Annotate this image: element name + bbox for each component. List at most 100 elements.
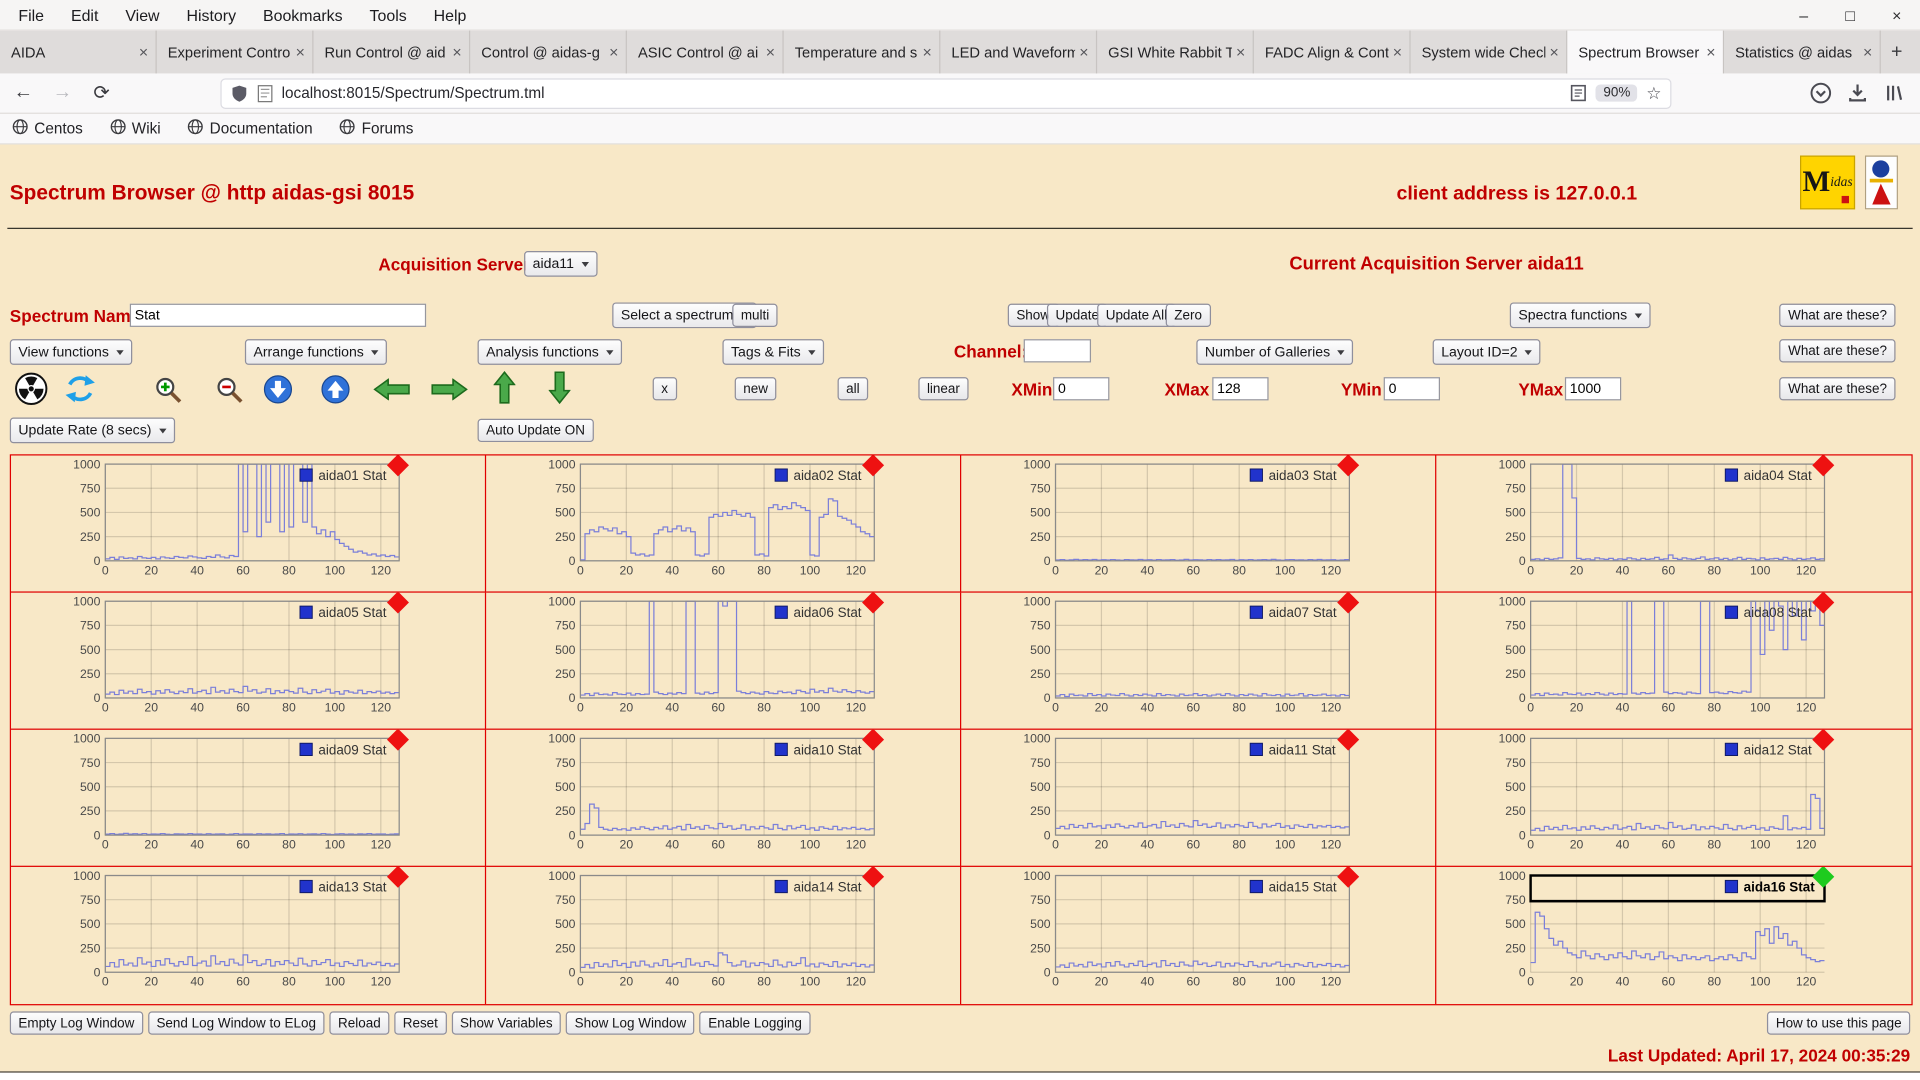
zoom-level[interactable]: 90% <box>1596 84 1638 102</box>
what-are-these-button-1[interactable]: What are these? <box>1779 303 1896 327</box>
close-button[interactable]: × <box>1888 6 1905 24</box>
chart-aida12-stat[interactable]: 0 20 40 60 80 100 120 0 250 500 750 1000 aida12 Stat <box>1436 729 1912 867</box>
what-are-these-button-3[interactable]: What are these? <box>1779 377 1896 401</box>
chart-aida13-stat[interactable]: 0 20 40 60 80 100 120 0 250 500 750 1000 aida13 Stat <box>11 866 487 1005</box>
xmax-input[interactable] <box>1212 377 1269 401</box>
ymax-input[interactable] <box>1564 377 1622 401</box>
chart-aida03-stat[interactable]: 0 20 40 60 80 100 120 0 250 500 750 1000 aida03 Stat <box>961 455 1437 593</box>
how-to-use-button[interactable]: How to use this page <box>1767 1011 1911 1035</box>
chart-aida11-stat[interactable]: 0 20 40 60 80 100 120 0 250 500 750 1000 aida11 Stat <box>961 729 1437 867</box>
tab-close-icon[interactable]: × <box>1079 43 1088 61</box>
bookmark-star-icon[interactable]: ☆ <box>1646 83 1661 104</box>
new-button[interactable]: new <box>734 377 777 401</box>
tab-statistics-aidas[interactable]: Statistics @ aidas × <box>1724 30 1881 74</box>
arrange-functions-select[interactable]: Arrange functions <box>244 339 388 365</box>
chart-aida14-stat[interactable]: 0 20 40 60 80 100 120 0 250 500 750 1000 aida14 Stat <box>486 866 962 1005</box>
update-all-button[interactable]: Update All <box>1097 303 1176 327</box>
zoom-out-icon[interactable] <box>214 375 245 406</box>
reload-button[interactable]: ⟳ <box>86 81 118 105</box>
auto-update-button[interactable]: Auto Update ON <box>477 418 594 443</box>
number-of-galleries-select[interactable]: Number of Galleries <box>1196 339 1354 365</box>
save-to-pocket-icon[interactable] <box>1810 82 1832 104</box>
tab-close-icon[interactable]: × <box>452 43 461 61</box>
spectrum-name-input[interactable] <box>129 303 427 327</box>
tab-close-icon[interactable]: × <box>609 43 618 61</box>
tab-fadc-align-cont[interactable]: FADC Align & Cont × <box>1254 30 1411 74</box>
url-bar[interactable]: localhost:8015/Spectrum/Spectrum.tml 90%… <box>220 77 1672 109</box>
refresh-icon[interactable] <box>64 372 97 405</box>
arrow-right-icon[interactable] <box>431 378 468 401</box>
acquisition-server-select[interactable]: aida11 <box>524 251 598 277</box>
arrow-up-icon[interactable] <box>493 370 516 404</box>
channel-input[interactable] <box>1023 339 1092 363</box>
tab-close-icon[interactable]: × <box>766 43 775 61</box>
tab-close-icon[interactable]: × <box>1393 43 1402 61</box>
arrow-left-icon[interactable] <box>373 378 410 401</box>
tab-close-icon[interactable]: × <box>1549 43 1558 61</box>
multi-button[interactable]: multi <box>732 303 778 327</box>
new-tab-button[interactable]: + <box>1881 31 1913 74</box>
tab-close-icon[interactable]: × <box>1236 43 1245 61</box>
button-empty-log-window[interactable]: Empty Log Window <box>9 1011 143 1035</box>
button-send-log-window-to-elog[interactable]: Send Log Window to ELog <box>147 1011 325 1035</box>
maximize-button[interactable]: □ <box>1842 6 1859 24</box>
chart-aida02-stat[interactable]: 0 20 40 60 80 100 120 0 250 500 750 1000 aida02 Stat <box>486 455 962 593</box>
menu-edit[interactable]: Edit <box>57 2 111 28</box>
tab-led-and-waveform[interactable]: LED and Waveform × <box>940 30 1098 74</box>
library-icon[interactable] <box>1883 82 1905 104</box>
minimize-button[interactable]: – <box>1795 6 1812 24</box>
zoom-in-icon[interactable] <box>153 375 184 406</box>
tab-run-control-aid[interactable]: Run Control @ aid × <box>313 30 471 74</box>
arrow-down-icon[interactable] <box>548 371 572 405</box>
chart-aida04-stat[interactable]: 0 20 40 60 80 100 120 0 250 500 750 1000 aida04 Stat <box>1436 455 1912 593</box>
radiation-icon[interactable] <box>15 372 48 405</box>
spectra-functions-select[interactable]: Spectra functions <box>1509 302 1651 329</box>
chart-aida16-stat[interactable]: 0 20 40 60 80 100 120 0 250 500 750 1000 aida16 Stat <box>1436 866 1911 1004</box>
tab-close-icon[interactable]: × <box>1706 43 1715 61</box>
bookmark-documentation[interactable]: Documentation <box>188 119 313 139</box>
tab-experiment-contro[interactable]: Experiment Contro × <box>157 30 314 74</box>
site-info-icon[interactable] <box>257 84 273 102</box>
tab-close-icon[interactable]: × <box>139 43 148 61</box>
tab-close-icon[interactable]: × <box>1863 43 1872 61</box>
ymin-input[interactable] <box>1383 377 1440 401</box>
tab-control-aidas-g[interactable]: Control @ aidas-g × <box>470 30 627 74</box>
button-show-variables[interactable]: Show Variables <box>451 1011 562 1035</box>
bookmark-centos[interactable]: Centos <box>12 119 83 139</box>
chart-aida06-stat[interactable]: 0 20 40 60 80 100 120 0 250 500 750 1000 aida06 Stat <box>486 592 962 730</box>
chart-aida05-stat[interactable]: 0 20 40 60 80 100 120 0 250 500 750 1000 aida05 Stat <box>11 592 487 730</box>
chart-aida01-stat[interactable]: 0 20 40 60 80 100 120 0 250 500 750 1000 aida01 Stat <box>11 455 487 593</box>
button-enable-logging[interactable]: Enable Logging <box>699 1011 811 1035</box>
layout-id-select[interactable]: Layout ID=2 <box>1432 339 1541 365</box>
chart-aida09-stat[interactable]: 0 20 40 60 80 100 120 0 250 500 750 1000 aida09 Stat <box>11 729 487 867</box>
menu-bookmarks[interactable]: Bookmarks <box>250 2 357 28</box>
reader-mode-icon[interactable] <box>1570 84 1587 102</box>
xmin-input[interactable] <box>1053 377 1110 401</box>
button-reset[interactable]: Reset <box>394 1011 447 1035</box>
scroll-up-icon[interactable] <box>321 375 350 404</box>
zero-button[interactable]: Zero <box>1165 303 1211 327</box>
tab-system-wide-check[interactable]: System wide Check × <box>1411 30 1568 74</box>
menu-tools[interactable]: Tools <box>356 2 420 28</box>
tab-aida[interactable]: AIDA × <box>0 30 157 74</box>
what-are-these-button-2[interactable]: What are these? <box>1779 339 1896 363</box>
bookmark-wiki[interactable]: Wiki <box>110 119 161 139</box>
tab-close-icon[interactable]: × <box>923 43 932 61</box>
menu-help[interactable]: Help <box>420 2 480 28</box>
tab-temperature-and-s[interactable]: Temperature and s × <box>784 30 941 74</box>
tab-spectrum-browser[interactable]: Spectrum Browser × <box>1567 30 1725 74</box>
view-functions-select[interactable]: View functions <box>9 339 133 365</box>
menu-view[interactable]: View <box>112 2 173 28</box>
menu-history[interactable]: History <box>173 2 249 28</box>
button-reload[interactable]: Reload <box>329 1011 390 1035</box>
tab-asic-control-ai[interactable]: ASIC Control @ ai × <box>627 30 784 74</box>
tab-close-icon[interactable]: × <box>296 43 305 61</box>
tags-fits-select[interactable]: Tags & Fits <box>722 339 824 365</box>
tab-gsi-white-rabbit-t[interactable]: GSI White Rabbit T × <box>1097 30 1254 74</box>
scroll-down-icon[interactable] <box>263 375 293 404</box>
update-rate-select[interactable]: Update Rate (8 secs) <box>9 417 175 444</box>
back-button[interactable]: ← <box>7 82 39 104</box>
all-button[interactable]: all <box>837 377 869 401</box>
downloads-icon[interactable] <box>1847 82 1869 104</box>
chart-aida10-stat[interactable]: 0 20 40 60 80 100 120 0 250 500 750 1000 aida10 Stat <box>486 729 962 867</box>
